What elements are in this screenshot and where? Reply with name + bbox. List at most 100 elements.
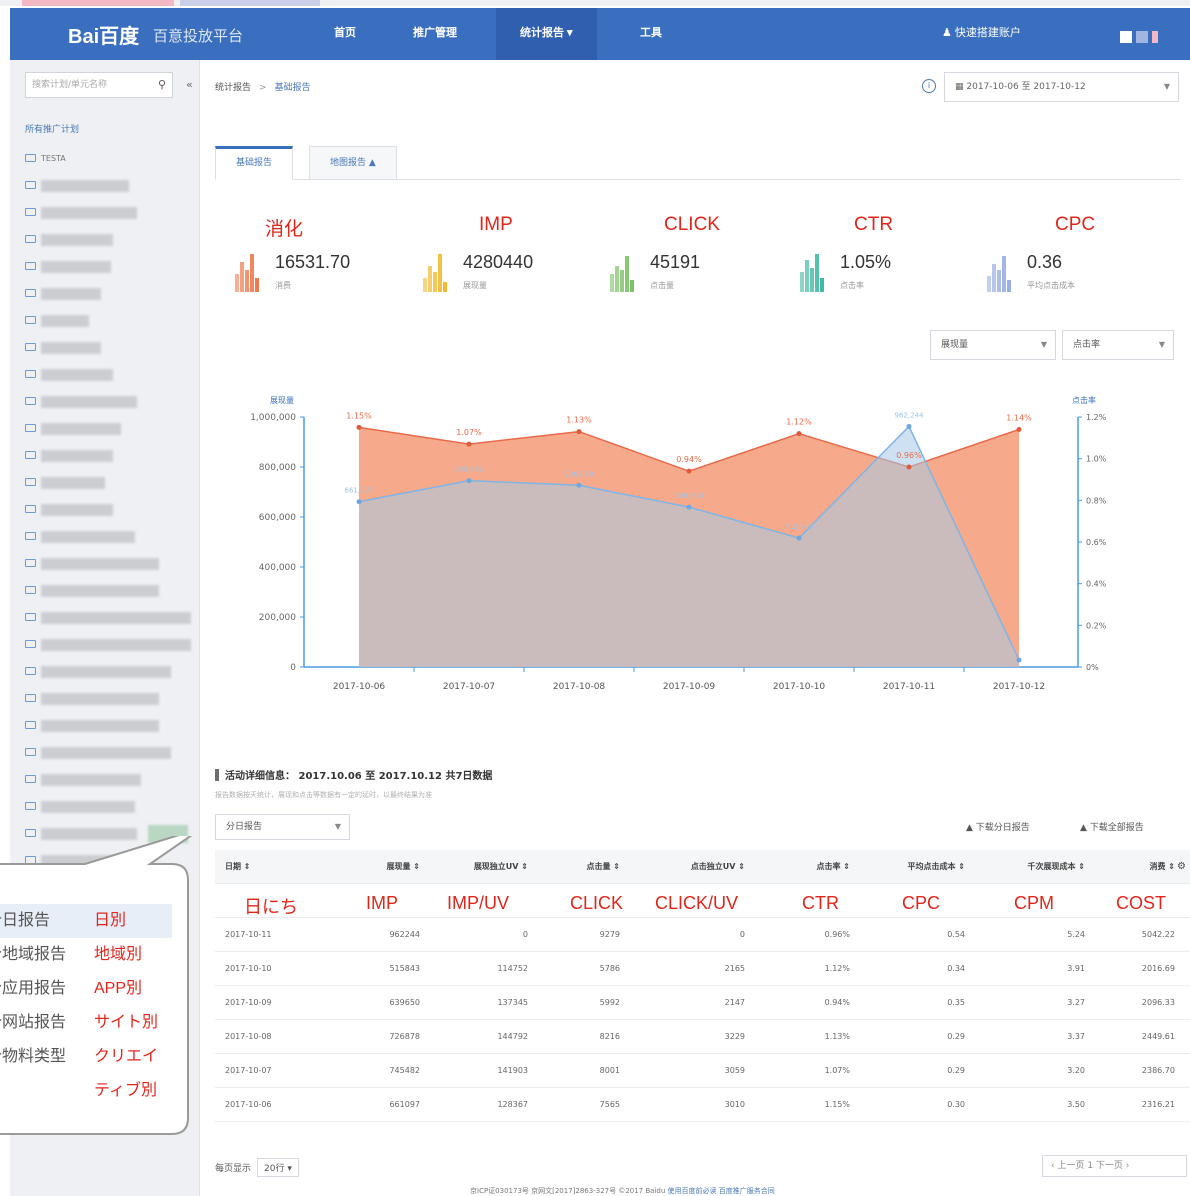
table-cell: 8001 [599, 1066, 620, 1075]
breadcrumb-parent[interactable]: 统计报告 [215, 83, 251, 93]
table-header-cell[interactable]: 点击率 ⇕ [805, 850, 851, 884]
impressions-point[interactable] [466, 478, 472, 484]
table-header-cell[interactable]: 消费 ⇕ [1115, 850, 1176, 884]
footer-links[interactable]: 使用百度前必读 百度推广服务合同 [668, 1187, 775, 1195]
sidebar-plan-item[interactable] [25, 258, 111, 276]
detail-note: 报告数据按天统计，展现和点击等数据有一定的延时，以最终结果为准 [215, 791, 432, 799]
pagination[interactable]: ‹ 上一页 1 下一页 › [1042, 1155, 1187, 1177]
impressions-point[interactable] [576, 482, 582, 488]
download-daily-button[interactable]: ▲ 下载分日报告 [966, 820, 1030, 833]
ctr-point[interactable] [356, 424, 362, 430]
left-metric-select[interactable]: 展现量 ▼ [930, 330, 1056, 360]
sidebar-plan-item[interactable] [25, 474, 105, 492]
table-cell: 2017-10-08 [225, 1032, 272, 1041]
table-row: 2017-10-06 661097 128367 7565 3010 1.15% 0.30 3… [215, 1088, 1190, 1122]
folder-icon [25, 667, 36, 675]
table-header-cell[interactable]: 点击量 ⇕ [560, 850, 621, 884]
plan-name-redacted [41, 746, 171, 759]
ctr-point[interactable] [686, 468, 692, 474]
impressions-point[interactable] [906, 423, 912, 429]
sidebar-plan-item[interactable] [25, 204, 137, 222]
info-icon[interactable]: i [922, 79, 936, 93]
user-icon: ♟ [942, 27, 955, 39]
search-icon[interactable]: ⚲ [158, 73, 166, 97]
gear-icon[interactable]: ⚙ [1177, 850, 1189, 884]
folder-icon [25, 316, 36, 324]
sidebar-plan-item[interactable] [25, 393, 137, 411]
nav-account[interactable]: ♟ 快速搭建账户 [942, 8, 1021, 60]
nav-reports[interactable]: 统计报告 ▾ [496, 8, 597, 60]
report-type-option[interactable]: 分应用报告 APP別 [0, 972, 172, 1006]
impressions-data-label: 639,650 [675, 492, 704, 500]
impressions-point[interactable] [1016, 657, 1022, 663]
sidebar-plan-item[interactable] [25, 420, 121, 438]
sidebar-plan-item[interactable] [25, 285, 101, 303]
report-type-option[interactable]: 分网站报告 サイト別 [0, 1006, 172, 1040]
all-plans-link[interactable]: 所有推广计划 [25, 122, 79, 135]
table-cell: 1.12% [824, 964, 850, 973]
browser-tab[interactable] [22, 0, 174, 6]
nav-promotion[interactable]: 推广管理 [413, 8, 457, 60]
ctr-point[interactable] [576, 429, 582, 435]
sidebar-plan-item[interactable] [25, 663, 171, 681]
sidebar-plan-item[interactable]: TESTA [25, 150, 66, 168]
sidebar-plan-item[interactable] [25, 798, 135, 816]
table-header-cell[interactable]: 展现量 ⇕ [360, 850, 421, 884]
tab-basic-report[interactable]: 基础报告 [215, 146, 294, 180]
sidebar-plan-item[interactable] [25, 312, 89, 330]
sidebar-plan-item[interactable] [25, 690, 159, 708]
plan-search-input[interactable]: 搜索计划/单元名称 ⚲ [25, 72, 173, 98]
sidebar-plan-item[interactable] [25, 744, 171, 762]
impressions-point[interactable] [796, 535, 802, 541]
download-all-button[interactable]: ▲ 下载全部报告 [1080, 820, 1144, 833]
sidebar-plan-item[interactable] [25, 771, 141, 789]
table-cell: 128367 [497, 1100, 528, 1109]
table-cell: 2017-10-10 [225, 964, 272, 973]
sidebar-plan-item[interactable] [25, 555, 159, 573]
collapse-sidebar-icon[interactable]: « [186, 78, 193, 91]
date-range-picker[interactable]: ▦ 2017-10-06 至 2017-10-12 ▼ [944, 72, 1179, 102]
plan-name-redacted [41, 773, 141, 786]
impressions-point[interactable] [686, 504, 692, 510]
table-header-cell[interactable]: 日期 ⇕ [225, 850, 315, 884]
sidebar-plan-item[interactable] [25, 177, 129, 195]
table-header-cell[interactable]: 点击独立UV ⇕ [645, 850, 745, 884]
sidebar-plan-item[interactable] [25, 231, 113, 249]
sidebar-plan-item[interactable] [25, 582, 159, 600]
nav-home[interactable]: 首页 [334, 8, 356, 60]
sidebar-plan-item[interactable] [25, 447, 113, 465]
table-header-cell[interactable]: 平均点击成本 ⇕ [895, 850, 966, 884]
sidebar-plan-item[interactable] [25, 528, 135, 546]
sidebar-plan-item[interactable] [25, 339, 101, 357]
ctr-point[interactable] [466, 441, 472, 447]
sidebar-plan-item[interactable] [25, 636, 191, 654]
report-type-option[interactable]: 分日报告 日別 [0, 904, 172, 938]
report-type-select[interactable]: 分日报告 ▼ [215, 814, 350, 840]
table-cell: 2316.21 [1141, 1100, 1175, 1109]
table-header-cell[interactable]: 展现独立UV ⇕ [443, 850, 528, 884]
sidebar-plan-item[interactable] [25, 366, 113, 384]
ctr-point[interactable] [1016, 427, 1022, 432]
sidebar-plan-item[interactable] [25, 501, 113, 519]
right-metric-select[interactable]: 点击率 ▼ [1062, 330, 1174, 360]
ctr-point[interactable] [796, 431, 802, 437]
browser-tab[interactable] [180, 0, 320, 6]
table-cell: 1.13% [824, 1032, 850, 1041]
baidu-logo[interactable]: Bai百度 [68, 20, 139, 49]
table-cell: 3010 [724, 1100, 745, 1109]
kpi-annotation: CLICK [664, 214, 720, 235]
ctr-point[interactable] [906, 464, 912, 470]
sidebar-plan-item[interactable] [25, 717, 159, 735]
report-type-option[interactable]: 分地域报告 地域別 [0, 938, 172, 972]
nav-tools[interactable]: 工具 [640, 8, 662, 60]
table-cell: 0.29 [947, 1032, 965, 1041]
table-header-cell[interactable]: 千次展现成本 ⇕ [1015, 850, 1086, 884]
impressions-point[interactable] [356, 499, 362, 505]
report-type-option[interactable]: 分物料类型 クリエイティブ別 [0, 1040, 172, 1099]
page-size-select[interactable]: 20行 ▾ [257, 1158, 299, 1177]
y-left-tick-label: 800,000 [259, 463, 296, 473]
folder-icon [25, 721, 36, 729]
tab-map-report[interactable]: 地图报告 ▲ [309, 146, 397, 180]
sidebar-plan-item[interactable] [25, 609, 191, 627]
avatar[interactable] [1120, 28, 1170, 43]
